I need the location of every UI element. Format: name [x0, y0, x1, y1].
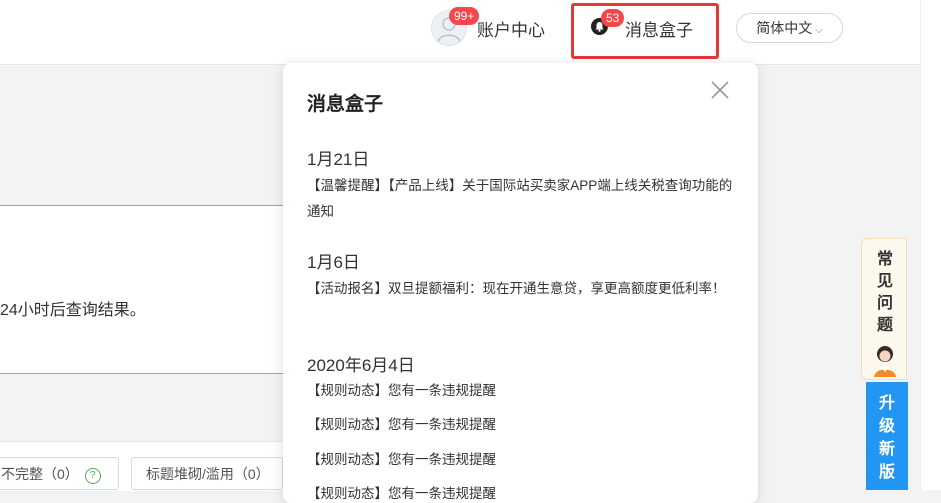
message-box-panel: 消息盒子 1月21日 【温馨提醒】【产品上线】关于国际站买卖家APP端上线关税查…	[283, 63, 758, 503]
message-item[interactable]: 【活动报名】双旦提额福利：现在开通生意贷，享更高额度更低利率！	[307, 276, 737, 302]
account-badge: 99+	[449, 7, 480, 25]
help-question-icon[interactable]: ?	[84, 468, 101, 484]
inbox-badge: 53	[601, 9, 625, 27]
account-center-link[interactable]: 账户中心	[477, 16, 545, 41]
faq-widget[interactable]: 常见问题	[861, 238, 907, 380]
message-group-date: 1月6日	[307, 253, 360, 272]
message-group-date: 1月21日	[307, 150, 370, 169]
filter-chip-label: 不完整（0）	[1, 466, 79, 482]
faq-label: 常见问题	[862, 249, 908, 337]
message-item[interactable]: 【规则动态】您有一条违规提醒	[307, 378, 737, 404]
scrollbar[interactable]	[920, 0, 941, 490]
content-text: 24小时后查询结果。	[0, 302, 146, 319]
faq-label-text: 常见问题	[876, 251, 893, 334]
panel-title: 消息盒子	[307, 94, 384, 115]
upgrade-button[interactable]: 升级新版	[866, 382, 908, 490]
message-box-link[interactable]: 消息盒子	[625, 16, 693, 41]
message-item[interactable]: 【温馨提醒】【产品上线】关于国际站买卖家APP端上线关税查询功能的通知	[307, 173, 737, 225]
filter-chip-title-stuffing[interactable]: 标题堆砌/滥用（0）	[131, 457, 283, 490]
language-select-label: 简体中文	[756, 20, 813, 36]
message-item[interactable]: 【规则动态】您有一条违规提醒	[307, 447, 737, 473]
message-group-date: 2020年6月4日	[307, 356, 415, 375]
content-card	[0, 205, 283, 374]
filter-chip-incomplete[interactable]: 不完整（0）?	[0, 457, 119, 490]
support-agent-icon	[869, 343, 901, 377]
chevron-down-icon: ⌵	[815, 25, 823, 36]
upgrade-label: 升级新版	[878, 395, 895, 481]
close-icon[interactable]	[708, 78, 732, 102]
message-item[interactable]: 【规则动态】您有一条违规提醒	[307, 412, 737, 438]
language-select[interactable]: 简体中文 ⌵	[736, 13, 843, 43]
filter-chip-label: 标题堆砌/滥用（0）	[146, 466, 270, 482]
message-item[interactable]: 【规则动态】您有一条违规提醒	[307, 481, 737, 503]
